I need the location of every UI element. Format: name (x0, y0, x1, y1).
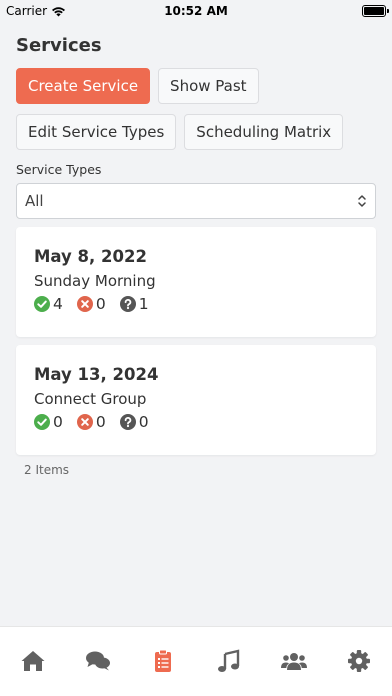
service-counts: 0 0 0 (34, 413, 358, 431)
pending-count-value: 1 (138, 295, 149, 313)
service-name: Connect Group (34, 390, 147, 408)
status-time: 10:52 AM (164, 4, 228, 18)
edit-service-types-button[interactable]: Edit Service Types (16, 114, 177, 150)
scheduling-matrix-button[interactable]: Scheduling Matrix (184, 114, 344, 150)
x-circle-icon (76, 414, 93, 430)
declined-count: 0 (76, 295, 106, 313)
tab-home[interactable] (19, 647, 47, 675)
chat-icon (85, 651, 110, 671)
service-card[interactable]: May 8, 2022 Sunday Morning 4 0 1 (16, 227, 376, 337)
users-icon (280, 653, 307, 670)
question-circle-icon (119, 414, 136, 430)
tab-bar (0, 626, 392, 696)
tab-services[interactable] (149, 647, 177, 675)
main-content: Services Create Service Show Past Edit S… (0, 34, 392, 477)
x-circle-icon (76, 296, 93, 312)
home-icon (21, 651, 45, 671)
question-circle-icon (119, 296, 136, 312)
accepted-count: 4 (34, 295, 63, 313)
pending-count: 0 (119, 413, 149, 431)
service-counts: 4 0 1 (34, 295, 358, 313)
clipboard-icon (155, 649, 172, 672)
service-date: May 13, 2024 (34, 365, 159, 384)
service-date: May 8, 2022 (34, 247, 147, 266)
battery-icon (362, 5, 389, 17)
primary-actions: Create Service Show Past (16, 68, 376, 104)
declined-count-value: 0 (95, 413, 106, 431)
service-card[interactable]: May 13, 2024 Connect Group 0 0 0 (16, 345, 376, 455)
page-title: Services (16, 35, 102, 56)
check-circle-icon (34, 296, 50, 312)
tab-songs[interactable] (215, 647, 243, 675)
create-service-button[interactable]: Create Service (16, 68, 151, 104)
gear-icon (348, 650, 371, 672)
accepted-count-value: 4 (53, 295, 63, 313)
declined-count-value: 0 (95, 295, 106, 313)
service-types-label: Service Types (16, 162, 102, 177)
tab-messages[interactable] (84, 647, 112, 675)
status-bar: Carrier 10:52 AM (0, 0, 392, 22)
check-circle-icon (34, 414, 50, 430)
declined-count: 0 (76, 413, 106, 431)
secondary-actions: Edit Service Types Scheduling Matrix (16, 114, 376, 150)
accepted-count: 0 (34, 413, 63, 431)
accepted-count-value: 0 (53, 413, 63, 431)
music-icon (217, 649, 239, 672)
tab-settings[interactable] (345, 647, 373, 675)
service-types-select[interactable]: All (16, 183, 376, 219)
tab-people[interactable] (280, 647, 308, 675)
show-past-button[interactable]: Show Past (158, 68, 259, 104)
service-types-selected: All (25, 192, 44, 210)
service-name: Sunday Morning (34, 272, 156, 290)
pending-count-value: 0 (138, 413, 149, 431)
items-count: 2 Items (24, 463, 70, 477)
pending-count: 1 (119, 295, 149, 313)
chevron-up-down-icon (358, 195, 366, 207)
